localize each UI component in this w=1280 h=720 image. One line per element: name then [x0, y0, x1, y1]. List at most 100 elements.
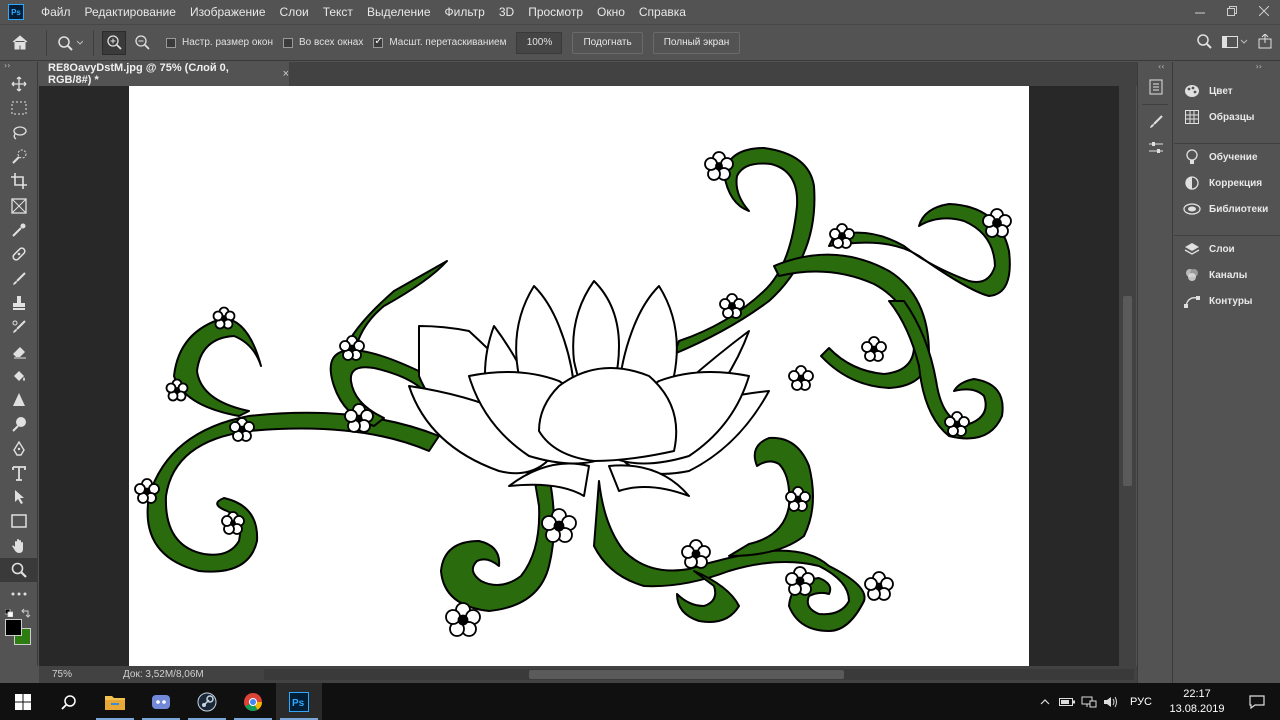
scrubby-zoom-checkbox[interactable]: Масшт. перетаскиванием: [373, 36, 506, 48]
menu-window[interactable]: Окно: [590, 5, 632, 19]
checkbox-box[interactable]: [283, 37, 293, 48]
all-windows-checkbox[interactable]: Во всех окнах: [283, 37, 363, 48]
collapse-panels-icon[interactable]: ››: [1174, 62, 1280, 78]
lasso-tool-icon[interactable]: [0, 121, 38, 145]
rectangle-tool-icon[interactable]: [0, 509, 38, 533]
menu-help[interactable]: Справка: [632, 5, 693, 19]
more-tools-icon[interactable]: [0, 582, 38, 606]
zoom-in-icon[interactable]: [102, 30, 126, 55]
vertical-scroll-thumb[interactable]: [1123, 296, 1132, 486]
panel-channels[interactable]: Каналы: [1174, 262, 1280, 288]
photoshop-icon[interactable]: Ps: [276, 683, 322, 720]
panel-layers[interactable]: Слои: [1174, 236, 1280, 262]
chevron-up-icon[interactable]: [1034, 683, 1056, 720]
close-icon[interactable]: [1248, 0, 1280, 22]
steam-icon[interactable]: [184, 683, 230, 720]
volume-icon[interactable]: [1100, 683, 1122, 720]
artboard[interactable]: [129, 86, 1029, 666]
menu-3d[interactable]: 3D: [492, 5, 521, 19]
close-tab-icon[interactable]: ×: [283, 68, 289, 80]
restore-icon[interactable]: [1216, 0, 1248, 22]
menu-file[interactable]: Файл: [34, 5, 78, 19]
panel-color[interactable]: Цвет: [1174, 78, 1280, 104]
healing-brush-tool-icon[interactable]: [0, 242, 38, 266]
collapse-dock-icon[interactable]: ‹‹: [1138, 62, 1172, 74]
menu-type[interactable]: Текст: [316, 5, 360, 19]
resize-windows-checkbox[interactable]: Настр. размер окон: [166, 37, 273, 48]
menu-edit[interactable]: Редактирование: [78, 5, 183, 19]
menu-layers[interactable]: Слои: [273, 5, 316, 19]
history-icon[interactable]: [1138, 74, 1174, 100]
type-tool-icon[interactable]: [0, 461, 38, 485]
menu-view[interactable]: Просмотр: [521, 5, 590, 19]
document-tab[interactable]: RE8OavyDstM.jpg @ 75% (Слой 0, RGB/8#) *…: [39, 62, 289, 86]
panel-paths[interactable]: Контуры: [1174, 288, 1280, 314]
search-icon[interactable]: [46, 683, 92, 720]
vertical-scrollbar[interactable]: [1119, 86, 1136, 666]
checkbox-box[interactable]: [166, 37, 176, 48]
panel-libraries-label: Библиотеки: [1209, 203, 1269, 215]
pen-tool-icon[interactable]: [0, 436, 38, 460]
panel-learn[interactable]: Обучение: [1174, 144, 1280, 170]
status-zoom[interactable]: 75%: [39, 669, 91, 680]
divider: [46, 29, 47, 56]
eraser-tool-icon[interactable]: [0, 339, 38, 363]
horizontal-scroll-thumb[interactable]: [529, 670, 844, 679]
stamp-tool-icon[interactable]: [0, 291, 38, 315]
file-explorer-icon[interactable]: [92, 683, 138, 720]
dodge-tool-icon[interactable]: [0, 412, 38, 436]
checkbox-box-checked[interactable]: [373, 36, 384, 48]
panel-dock-icons: ‹‹: [1137, 62, 1173, 683]
move-tool-icon[interactable]: [0, 72, 38, 96]
frame-tool-icon[interactable]: [0, 193, 38, 217]
eyedropper-tool-icon[interactable]: [0, 218, 38, 242]
workspace-icon[interactable]: [1222, 34, 1248, 53]
marquee-tool-icon[interactable]: [0, 96, 38, 120]
photoshop-logo-icon[interactable]: Ps: [8, 4, 24, 20]
panel-adjustments-label: Коррекция: [1209, 177, 1263, 189]
chrome-icon[interactable]: [230, 683, 276, 720]
panel-swatches[interactable]: Образцы: [1174, 104, 1280, 130]
zoom-percent-field[interactable]: 100%: [516, 31, 563, 54]
language-indicator[interactable]: РУС: [1122, 696, 1160, 708]
panel-color-label: Цвет: [1209, 85, 1233, 97]
search-icon[interactable]: [1197, 34, 1212, 53]
zoom-tool-icon[interactable]: [0, 557, 38, 583]
home-icon[interactable]: [0, 24, 40, 61]
brush-settings-icon[interactable]: [1138, 109, 1174, 135]
status-doc-size: Док: 3,52M/8,06M: [123, 669, 204, 680]
fill-screen-button[interactable]: Полный экран: [652, 31, 741, 54]
collapse-toolbar-icon[interactable]: ››: [0, 62, 37, 72]
default-colors-icon[interactable]: [5, 608, 13, 617]
color-swatches: [0, 607, 37, 651]
horizontal-scrollbar[interactable]: [264, 669, 1134, 680]
paint-bucket-tool-icon[interactable]: [0, 364, 38, 388]
brush-tool-icon[interactable]: [0, 266, 38, 290]
battery-icon[interactable]: [1056, 683, 1078, 720]
discord-icon[interactable]: [138, 683, 184, 720]
start-icon[interactable]: [0, 683, 46, 720]
menu-select[interactable]: Выделение: [360, 5, 438, 19]
notifications-icon[interactable]: [1234, 683, 1280, 720]
minimize-icon[interactable]: [1184, 0, 1216, 22]
canvas-workspace[interactable]: [39, 86, 1119, 666]
clock[interactable]: 22:17 13.08.2019: [1160, 687, 1234, 717]
share-icon[interactable]: [1258, 33, 1272, 53]
quick-select-tool-icon[interactable]: [0, 145, 38, 169]
fit-screen-button[interactable]: Подогнать: [572, 31, 643, 54]
menu-filter[interactable]: Фильтр: [438, 5, 492, 19]
zoom-out-icon[interactable]: [130, 31, 154, 55]
network-icon[interactable]: [1078, 683, 1100, 720]
hand-tool-icon[interactable]: [0, 534, 38, 558]
swap-colors-icon[interactable]: [21, 608, 31, 618]
zoom-tool-preset-icon[interactable]: [53, 30, 87, 56]
properties-icon[interactable]: [1138, 135, 1174, 161]
crop-tool-icon[interactable]: [0, 169, 38, 193]
history-brush-tool-icon[interactable]: [0, 315, 38, 339]
path-select-tool-icon[interactable]: [0, 485, 38, 509]
foreground-color-swatch[interactable]: [5, 618, 22, 636]
panel-adjustments[interactable]: Коррекция: [1174, 170, 1280, 196]
sharpen-tool-icon[interactable]: [0, 388, 38, 412]
menu-image[interactable]: Изображение: [183, 5, 273, 19]
panel-libraries[interactable]: Библиотеки: [1174, 196, 1280, 222]
